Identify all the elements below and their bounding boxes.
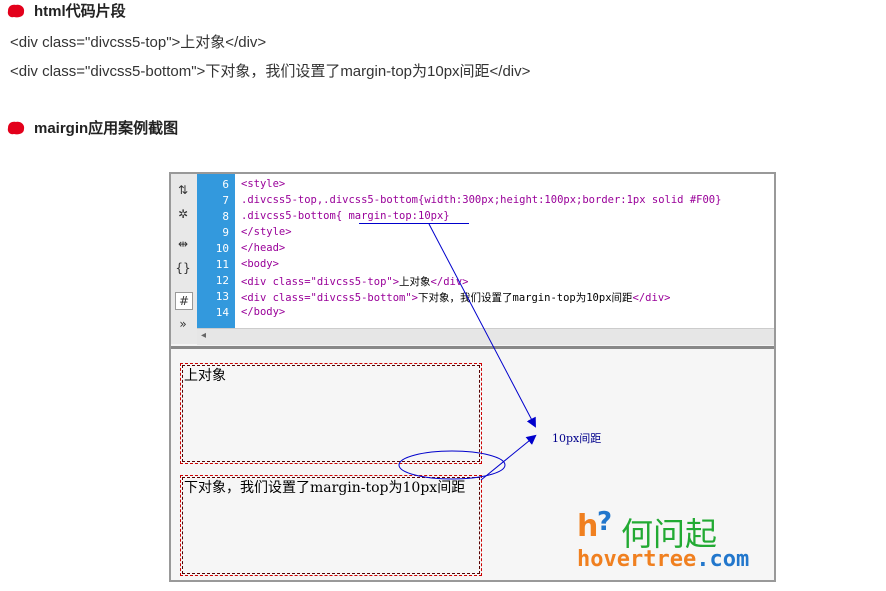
editor-screenshot: ⇅ ✲ ⇹ {} # » 6 7 8 9 10 11 12 13 14 <sty… (169, 172, 776, 582)
arrow-line (480, 434, 537, 481)
code-snippet-line: <div class="divcss5-bottom">下对象，我们设置了mar… (10, 63, 531, 80)
red-bullet-icon (7, 121, 25, 134)
section-title: html代码片段 (34, 3, 126, 20)
arrow-line (428, 223, 536, 428)
section-title: mairgin应用案例截图 (34, 120, 179, 137)
annotation-arrows (398, 223, 537, 481)
gap-ellipse (398, 450, 506, 480)
section-heading-html: html代码片段 (6, 0, 126, 21)
section-heading-screenshot: mairgin应用案例截图 (6, 117, 178, 138)
code-snippet-line: <div class="divcss5-top">上对象</div> (10, 34, 267, 51)
red-bullet-icon (7, 4, 25, 17)
